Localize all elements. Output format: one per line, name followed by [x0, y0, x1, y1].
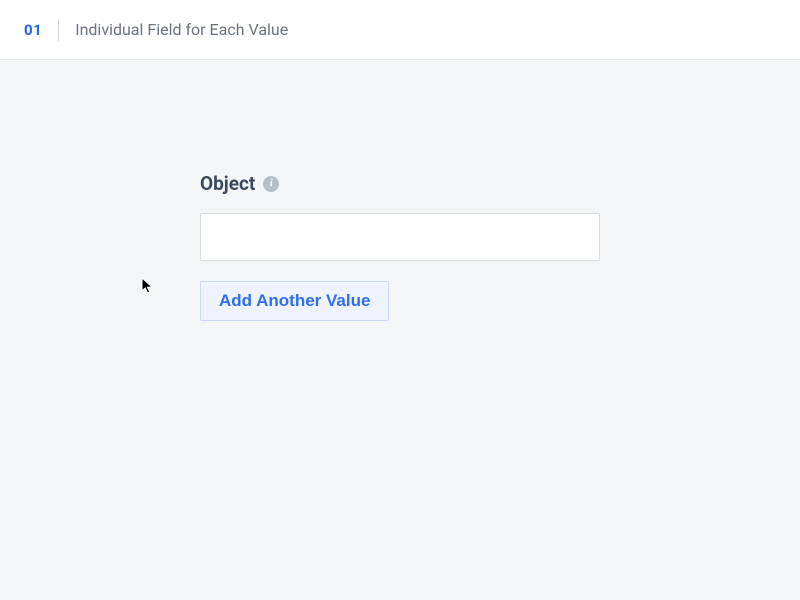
header-divider [58, 19, 59, 41]
info-icon[interactable]: i [263, 176, 279, 192]
step-number: 01 [24, 21, 42, 39]
page-header: 01 Individual Field for Each Value [0, 0, 800, 60]
object-input[interactable] [200, 213, 600, 261]
content-area: Object i Add Another Value [0, 60, 800, 600]
step-title: Individual Field for Each Value [75, 20, 288, 39]
cursor-icon [141, 277, 155, 295]
field-label: Object [200, 172, 255, 195]
add-another-value-button[interactable]: Add Another Value [200, 281, 389, 321]
form-area: Object i Add Another Value [200, 172, 600, 321]
field-label-row: Object i [200, 172, 600, 195]
